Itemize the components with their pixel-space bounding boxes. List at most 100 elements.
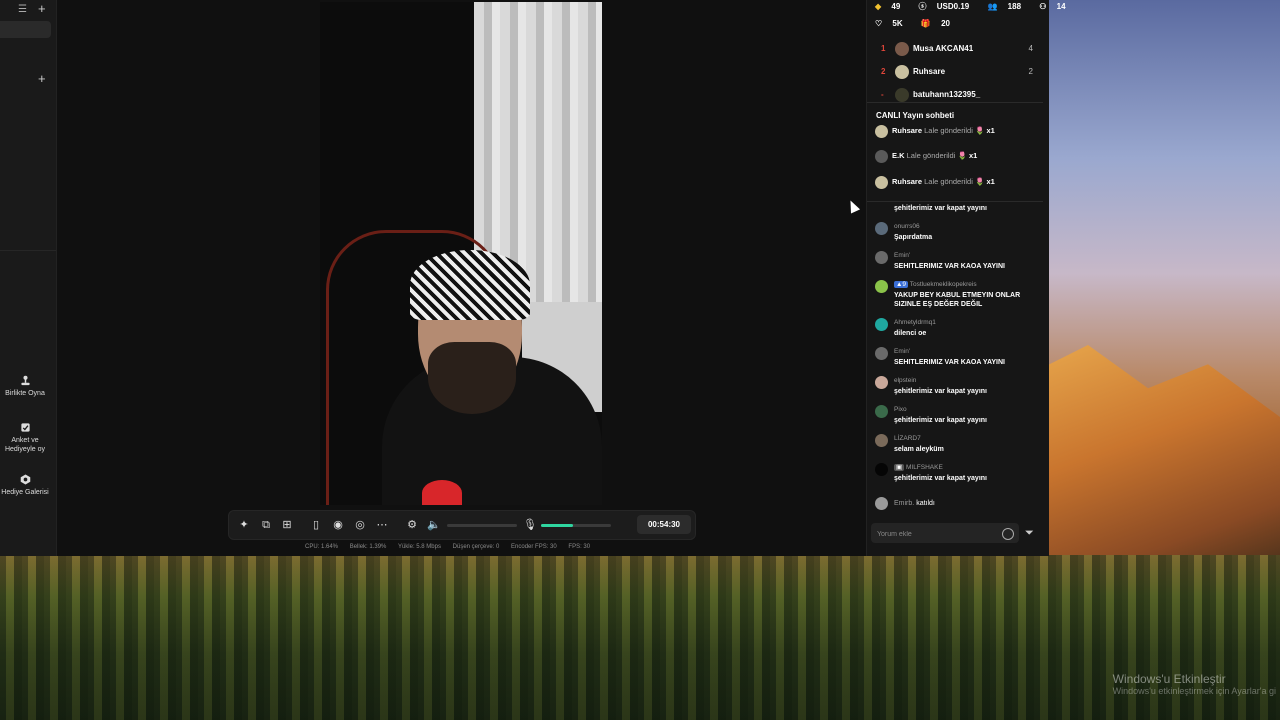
mic-level-slider[interactable] — [541, 524, 611, 527]
streamer-headwear — [410, 250, 530, 320]
avatar — [875, 149, 888, 163]
leaderboard-name: Ruhsare — [913, 67, 946, 76]
gifter-leaderboard: 1 Musa AKCAN41 4 2 Ruhsare 2 - batuhann1… — [867, 40, 1043, 103]
message-text: şehitlerimiz var kapat yayını — [894, 475, 987, 482]
viewers-count: 188 — [1007, 2, 1022, 11]
avatar — [875, 280, 888, 293]
followers-icon: ⚇ — [1039, 2, 1047, 11]
chat-title: CANLI Yayın sohbeti — [876, 111, 955, 120]
record-icon[interactable]: ◉ — [331, 518, 345, 532]
add-source-icon[interactable]: + — [38, 71, 46, 86]
stream-control-bar: ✦ ⧉ ⊞ ▯ ◉ ◎ ⋯ ⚙ 🔈 🎙 00:54:30 — [228, 510, 696, 540]
level-badge: ▲9 — [894, 281, 909, 288]
chat-messages: şehitlerimiz var kapat yayını onurrs06 Ş… — [875, 203, 1045, 513]
join-line: Emirb. katıldı — [894, 499, 935, 508]
left-sidebar: ☰ + + Birlikte Oyna Anket ve Hediyeyle o… — [0, 0, 57, 556]
coin-icon: ⓢ — [918, 2, 927, 11]
more-icon[interactable]: ⋯ — [375, 518, 389, 532]
settings-sliders-icon[interactable]: ⚙ — [405, 518, 419, 532]
diamond-stat: ◆ 49 — [875, 2, 908, 11]
stream-timer: 00:54:30 — [637, 515, 691, 534]
emoji-icon[interactable] — [1002, 528, 1014, 540]
avatar — [875, 497, 888, 510]
message-text: şehitlerimiz var kapat yayını — [894, 417, 987, 424]
gift-sender: E.K — [892, 151, 905, 160]
fps-stat: FPS: 30 — [568, 544, 591, 550]
diamond-icon: ◆ — [875, 2, 882, 11]
activation-subtitle: Windows'u etkinleştirmek için Ayarlar'a … — [1112, 686, 1276, 696]
message-text: Şapırdatma — [894, 234, 933, 241]
avatar — [895, 88, 909, 102]
likes-stat: ♡ 5K — [875, 19, 911, 28]
message-username: Emirb. — [894, 500, 915, 507]
heart-icon: ♡ — [875, 19, 883, 28]
new-followers-count: 14 — [1056, 2, 1066, 11]
wallpaper-mountain — [1040, 345, 1280, 585]
message-text: şehitlerimiz var kapat yayını — [894, 205, 987, 212]
leaderboard-row[interactable]: - batuhann132395_ — [867, 86, 1043, 102]
streamer-beard — [428, 342, 516, 414]
tulip-icon: 🌷 — [957, 151, 967, 160]
mic-level-fill — [541, 524, 573, 527]
earnings-value: USD0.19 — [936, 2, 970, 11]
comment-input[interactable] — [875, 525, 999, 543]
avatar — [875, 251, 888, 264]
avatar — [875, 463, 888, 476]
message-username: LİZARD7 — [894, 435, 921, 442]
filter-icon[interactable]: ⏷ — [1025, 527, 1037, 539]
message-username: Ahmetyldrmq1 — [894, 319, 936, 326]
avatar — [875, 318, 888, 331]
message-text: şehitlerimiz var kapat yayını — [894, 388, 987, 395]
encoder-fps-stat: Encoder FPS: 30 — [511, 544, 557, 550]
add-scene-icon[interactable]: ⊞ — [280, 518, 294, 532]
leaderboard-rank: 1 — [881, 44, 886, 53]
message-text: katıldı — [916, 500, 935, 507]
avatar — [875, 175, 888, 189]
screen-capture-icon[interactable]: ⧉ — [259, 518, 273, 532]
leaderboard-name: batuhann132395_ — [913, 90, 981, 99]
message-username: Pixo — [894, 406, 907, 413]
microphone-icon[interactable]: 🎙 — [523, 518, 537, 532]
scene-field[interactable] — [0, 21, 51, 38]
tulip-icon: 🌷 — [975, 177, 985, 186]
phone-icon[interactable]: ▯ — [309, 518, 323, 532]
avatar — [875, 124, 888, 138]
gifters-count: 20 — [941, 19, 950, 28]
live-broadcast-icon[interactable]: ◎ — [353, 518, 367, 532]
wallpaper-forest — [0, 555, 1280, 720]
gift-notification: Ruhsare Lale gönderildi 🌷 x1 — [875, 124, 995, 144]
gift-count: x1 — [986, 177, 995, 186]
gift-sender: Ruhsare — [892, 126, 923, 135]
message-username: elpstein — [894, 377, 917, 384]
speaker-icon[interactable]: 🔈 — [427, 518, 441, 532]
gift-gallery-button[interactable]: Hediye Galerisi — [0, 474, 50, 497]
sidebar-divider — [0, 250, 56, 251]
list-icon[interactable]: ☰ — [18, 4, 27, 15]
message-username-row: ▲9 Tostluekmeklikopekreis — [894, 280, 977, 289]
gift-count: x1 — [968, 151, 978, 160]
dropped-frames-stat: Düşen çerçeve: 0 — [452, 544, 500, 550]
magic-wand-icon[interactable]: ✦ — [237, 518, 251, 532]
message-username-row: ▣ MILFSHAKE — [894, 463, 943, 472]
play-together-label: Birlikte Oyna — [5, 390, 45, 397]
memory-stat: Bellek: 1.39% — [349, 544, 387, 550]
poll-icon — [20, 423, 30, 432]
cpu-stat: CPU: 1.64% — [305, 544, 339, 550]
avatar — [875, 434, 888, 447]
joystick-icon — [20, 375, 30, 386]
volume-slider[interactable] — [447, 524, 517, 527]
leaderboard-row[interactable]: 2 Ruhsare 2 — [867, 63, 1043, 83]
leaderboard-rank: 2 — [881, 67, 886, 76]
leaderboard-rank: - — [881, 90, 884, 99]
avatar — [875, 222, 888, 235]
windows-activation-watermark: Windows'u Etkinleştir Windows'u etkinleş… — [1113, 672, 1276, 696]
likes-count: 5K — [892, 19, 903, 28]
gift-text: Lale gönderildi — [906, 151, 956, 160]
gifters-stat: 🎁 20 — [921, 19, 958, 28]
leaderboard-row[interactable]: 1 Musa AKCAN41 4 — [867, 40, 1043, 60]
message-username: Emin' — [894, 348, 911, 355]
play-together-button[interactable]: Birlikte Oyna — [0, 375, 50, 398]
sidebar-top-row: ☰ + — [0, 1, 56, 18]
add-icon[interactable]: + — [38, 1, 46, 16]
poll-gift-vote-button[interactable]: Anket ve Hediyeyle oy — [0, 422, 50, 454]
